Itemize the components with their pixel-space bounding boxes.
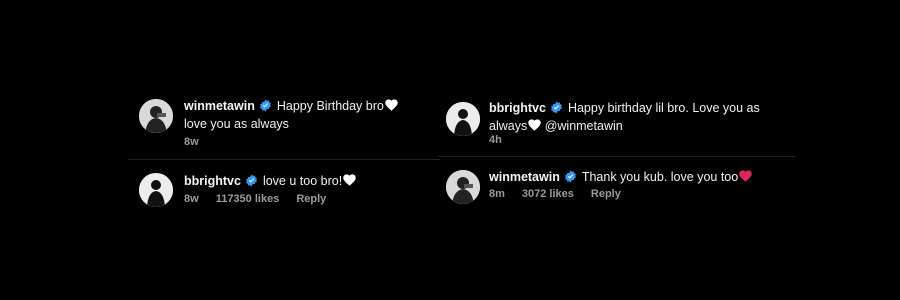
- reply-text: love u too bro!: [262, 174, 343, 188]
- white-heart-icon: [385, 99, 398, 111]
- username[interactable]: bbrightvc: [489, 101, 546, 115]
- likes-count[interactable]: 3072 likes: [522, 188, 574, 200]
- likes-count[interactable]: 117350 likes: [216, 193, 280, 205]
- avatar-photo: [446, 102, 480, 136]
- avatar-photo: [446, 170, 480, 204]
- mention-link[interactable]: @winmetawin: [545, 119, 623, 133]
- comment-text: Happy Birthday bro: [276, 99, 384, 113]
- verified-badge-icon: [259, 99, 272, 112]
- white-heart-icon: [528, 119, 541, 131]
- comment-text-line2: always: [489, 119, 528, 133]
- avatar[interactable]: [139, 173, 173, 207]
- divider: [128, 159, 440, 160]
- reply-time: 8m: [489, 188, 505, 200]
- avatar-photo: [139, 173, 173, 207]
- reply-button[interactable]: Reply: [591, 188, 621, 200]
- reply-time: 8w: [184, 193, 199, 205]
- verified-badge-icon: [550, 101, 563, 114]
- username[interactable]: winmetawin: [489, 170, 560, 184]
- comment-time: 8w: [184, 136, 199, 148]
- avatar[interactable]: [446, 170, 480, 204]
- verified-badge-icon: [245, 174, 258, 187]
- username[interactable]: winmetawin: [184, 99, 255, 113]
- comment-text: Happy birthday lil bro. Love you as: [567, 101, 760, 115]
- reply-text: Thank you kub. love you too: [581, 170, 739, 184]
- verified-badge-icon: [564, 170, 577, 183]
- comment-time: 4h: [489, 134, 502, 146]
- avatar[interactable]: [446, 102, 480, 136]
- avatar[interactable]: [139, 99, 173, 133]
- white-heart-icon: [343, 174, 356, 186]
- avatar-photo: [139, 99, 173, 133]
- reply-button[interactable]: Reply: [296, 193, 326, 205]
- comment-text-line2: love you as always: [184, 117, 289, 131]
- divider: [438, 156, 796, 157]
- red-heart-icon: [739, 170, 752, 182]
- username[interactable]: bbrightvc: [184, 174, 241, 188]
